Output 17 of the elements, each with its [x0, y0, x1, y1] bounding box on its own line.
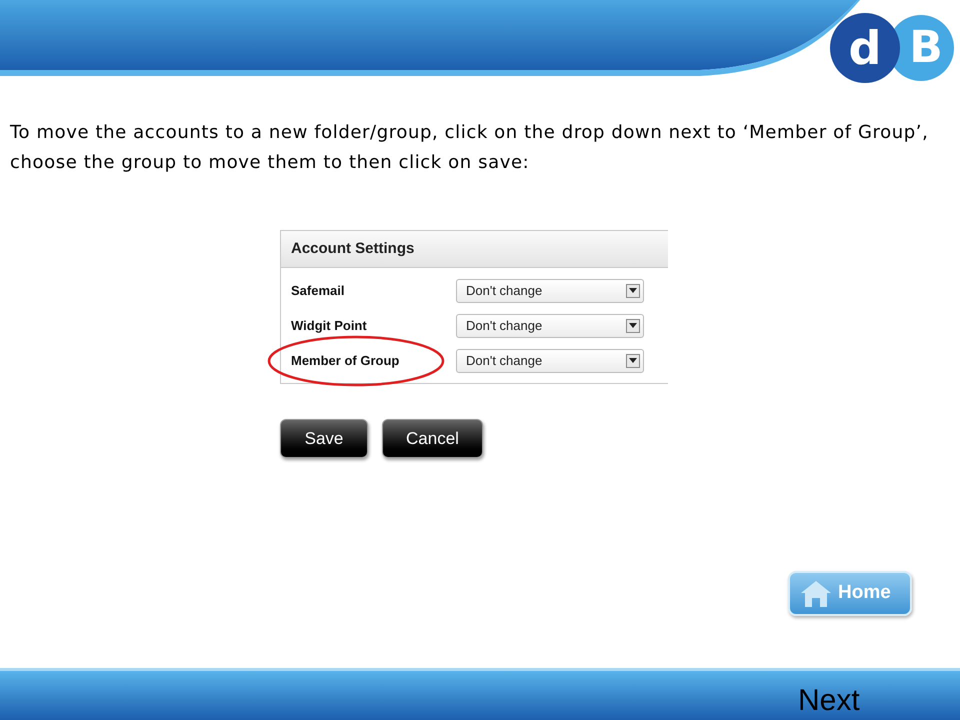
caret-icon	[626, 354, 640, 368]
logo-letter: d	[848, 25, 882, 71]
save-button[interactable]: Save	[280, 419, 368, 458]
house-icon	[800, 580, 832, 608]
caret-icon	[626, 284, 640, 298]
dropdown[interactable]: Don't change	[456, 314, 644, 338]
caret-icon	[626, 318, 640, 332]
cancel-button[interactable]: Cancel	[382, 419, 483, 458]
field-label: Widgit Point	[291, 316, 368, 335]
dropdown[interactable]: Don't change	[456, 278, 644, 302]
next-button[interactable]: Next	[798, 686, 860, 716]
instruction-text: To move the accounts to a new folder/group, click on the drop down next to ‘Member of Group’, choose the group to move them to then click on save:	[10, 121, 930, 175]
panel-title: Account Settings	[291, 238, 414, 259]
dropdown[interactable]: Don't change	[456, 348, 644, 372]
field-label: Safemail	[291, 282, 346, 300]
field-label: Member of Group	[291, 352, 400, 370]
logo-letter: B	[909, 26, 943, 70]
